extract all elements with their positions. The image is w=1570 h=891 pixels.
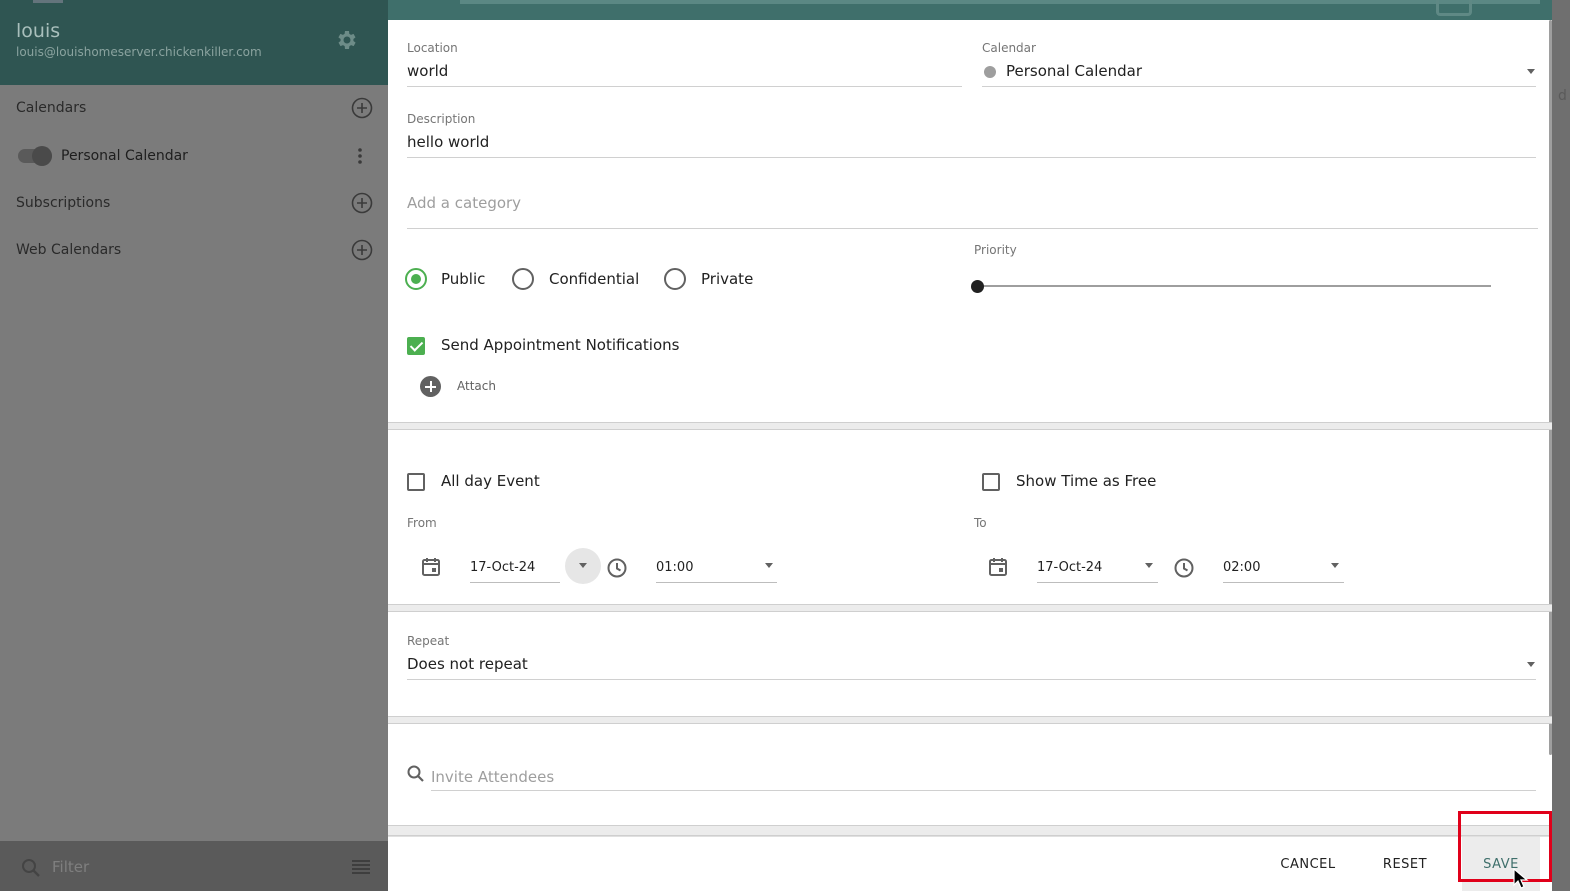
add-calendar-icon[interactable] xyxy=(351,97,373,119)
invite-attendees-input[interactable]: Invite Attendees xyxy=(431,768,554,786)
user-email: louis@louishomeserver.chickenkiller.com xyxy=(16,45,262,59)
calendar-visibility-toggle[interactable] xyxy=(18,146,52,166)
show-free-checkbox[interactable] xyxy=(982,473,1000,491)
calendar-label: Calendar xyxy=(982,41,1036,55)
sidebar-item-label: Web Calendars xyxy=(16,242,122,258)
header-edge xyxy=(33,0,63,3)
filter-input[interactable] xyxy=(52,855,332,879)
category-underline xyxy=(407,228,1538,229)
calendar-decoration-icon xyxy=(1436,0,1472,16)
confidential-radio[interactable] xyxy=(512,268,534,290)
from-date-caret-icon[interactable] xyxy=(579,563,587,568)
calendar-icon[interactable] xyxy=(987,556,1009,578)
search-icon xyxy=(407,765,424,782)
description-underline xyxy=(407,157,1536,158)
menu-icon[interactable] xyxy=(350,857,372,877)
add-subscription-icon[interactable] xyxy=(351,192,373,214)
calendar-underline xyxy=(982,86,1536,87)
attach-add-icon[interactable] xyxy=(420,376,441,397)
description-label: Description xyxy=(407,112,476,126)
from-time-underline xyxy=(656,582,777,583)
priority-label: Priority xyxy=(974,243,1017,257)
priority-slider-track[interactable] xyxy=(978,285,1491,287)
highlight-box xyxy=(1458,811,1552,882)
calendar-dropdown-caret-icon[interactable] xyxy=(1527,69,1535,74)
all-day-checkbox[interactable] xyxy=(407,473,425,491)
to-time-caret-icon[interactable] xyxy=(1331,563,1339,568)
dialog-scrollbar[interactable] xyxy=(1549,20,1552,755)
add-web-calendar-icon[interactable] xyxy=(351,239,373,261)
sidebar-item-subscriptions[interactable]: Subscriptions xyxy=(0,183,388,223)
from-label: From xyxy=(407,516,437,530)
account-header: louis louis@louishomeserver.chickenkille… xyxy=(0,0,388,85)
location-label: Location xyxy=(407,41,458,55)
location-field[interactable]: world xyxy=(407,62,448,80)
calendar-select[interactable]: Personal Calendar xyxy=(1006,62,1142,80)
from-time-field[interactable]: 01:00 xyxy=(656,560,693,575)
from-date-underline xyxy=(470,582,560,583)
all-day-label: All day Event xyxy=(441,472,540,490)
section-divider xyxy=(388,604,1552,612)
to-label: To xyxy=(974,516,987,530)
event-editor-dialog: Location world Calendar Personal Calenda… xyxy=(388,0,1552,891)
to-date-field[interactable]: 17-Oct-24 xyxy=(1037,560,1102,575)
to-time-underline xyxy=(1223,582,1344,583)
user-name: louis xyxy=(16,20,61,42)
section-divider xyxy=(388,825,1552,836)
mouse-pointer-icon xyxy=(1513,868,1529,889)
public-radio[interactable] xyxy=(405,268,427,290)
section-divider xyxy=(388,716,1552,724)
background-calendar-edge: d xyxy=(1552,0,1570,891)
sidebar-item-label: Calendars xyxy=(16,100,87,116)
private-radio-label: Private xyxy=(701,270,754,288)
invite-underline xyxy=(431,790,1536,791)
private-radio[interactable] xyxy=(664,268,686,290)
sidebar: louis louis@louishomeserver.chickenkille… xyxy=(0,0,388,891)
to-date-underline xyxy=(1037,582,1158,583)
attach-button[interactable]: Attach xyxy=(457,379,496,393)
from-date-field[interactable]: 17-Oct-24 xyxy=(470,560,535,575)
send-notifications-checkbox[interactable] xyxy=(407,337,425,355)
search-icon xyxy=(22,859,40,877)
background-text: d xyxy=(1558,88,1567,104)
to-date-caret-icon[interactable] xyxy=(1145,563,1153,568)
dialog-header-strip xyxy=(388,0,1552,20)
from-time-caret-icon[interactable] xyxy=(765,563,773,568)
cancel-button[interactable]: CANCEL xyxy=(1268,837,1348,891)
section-divider xyxy=(388,422,1552,430)
dialog-footer: CANCEL RESET SAVE xyxy=(388,836,1552,891)
send-notifications-label: Send Appointment Notifications xyxy=(441,336,680,354)
calendar-color-dot xyxy=(984,66,996,78)
public-radio-label: Public xyxy=(441,270,486,288)
repeat-select[interactable]: Does not repeat xyxy=(407,655,528,673)
confidential-radio-label: Confidential xyxy=(549,270,640,288)
reset-button[interactable]: RESET xyxy=(1368,837,1442,891)
category-input[interactable]: Add a category xyxy=(407,194,521,212)
repeat-label: Repeat xyxy=(407,634,450,648)
sidebar-item-web-calendars[interactable]: Web Calendars xyxy=(0,230,388,270)
sidebar-item-label: Personal Calendar xyxy=(61,148,188,164)
more-vert-icon[interactable] xyxy=(352,146,368,166)
location-underline xyxy=(407,86,962,87)
filter-bar xyxy=(0,841,388,891)
to-time-field[interactable]: 02:00 xyxy=(1223,560,1260,575)
sidebar-item-personal-calendar[interactable]: Personal Calendar xyxy=(0,136,388,176)
description-field[interactable]: hello world xyxy=(407,133,489,151)
sidebar-item-calendars[interactable]: Calendars xyxy=(0,88,388,128)
show-free-label: Show Time as Free xyxy=(1016,472,1157,490)
clock-icon[interactable] xyxy=(1173,557,1195,579)
repeat-dropdown-caret-icon[interactable] xyxy=(1527,662,1535,667)
repeat-underline xyxy=(407,679,1536,680)
gear-icon[interactable] xyxy=(334,28,358,52)
sidebar-item-label: Subscriptions xyxy=(16,195,111,211)
priority-slider-thumb[interactable] xyxy=(971,280,984,293)
calendar-icon[interactable] xyxy=(420,556,442,578)
clock-icon[interactable] xyxy=(606,557,628,579)
